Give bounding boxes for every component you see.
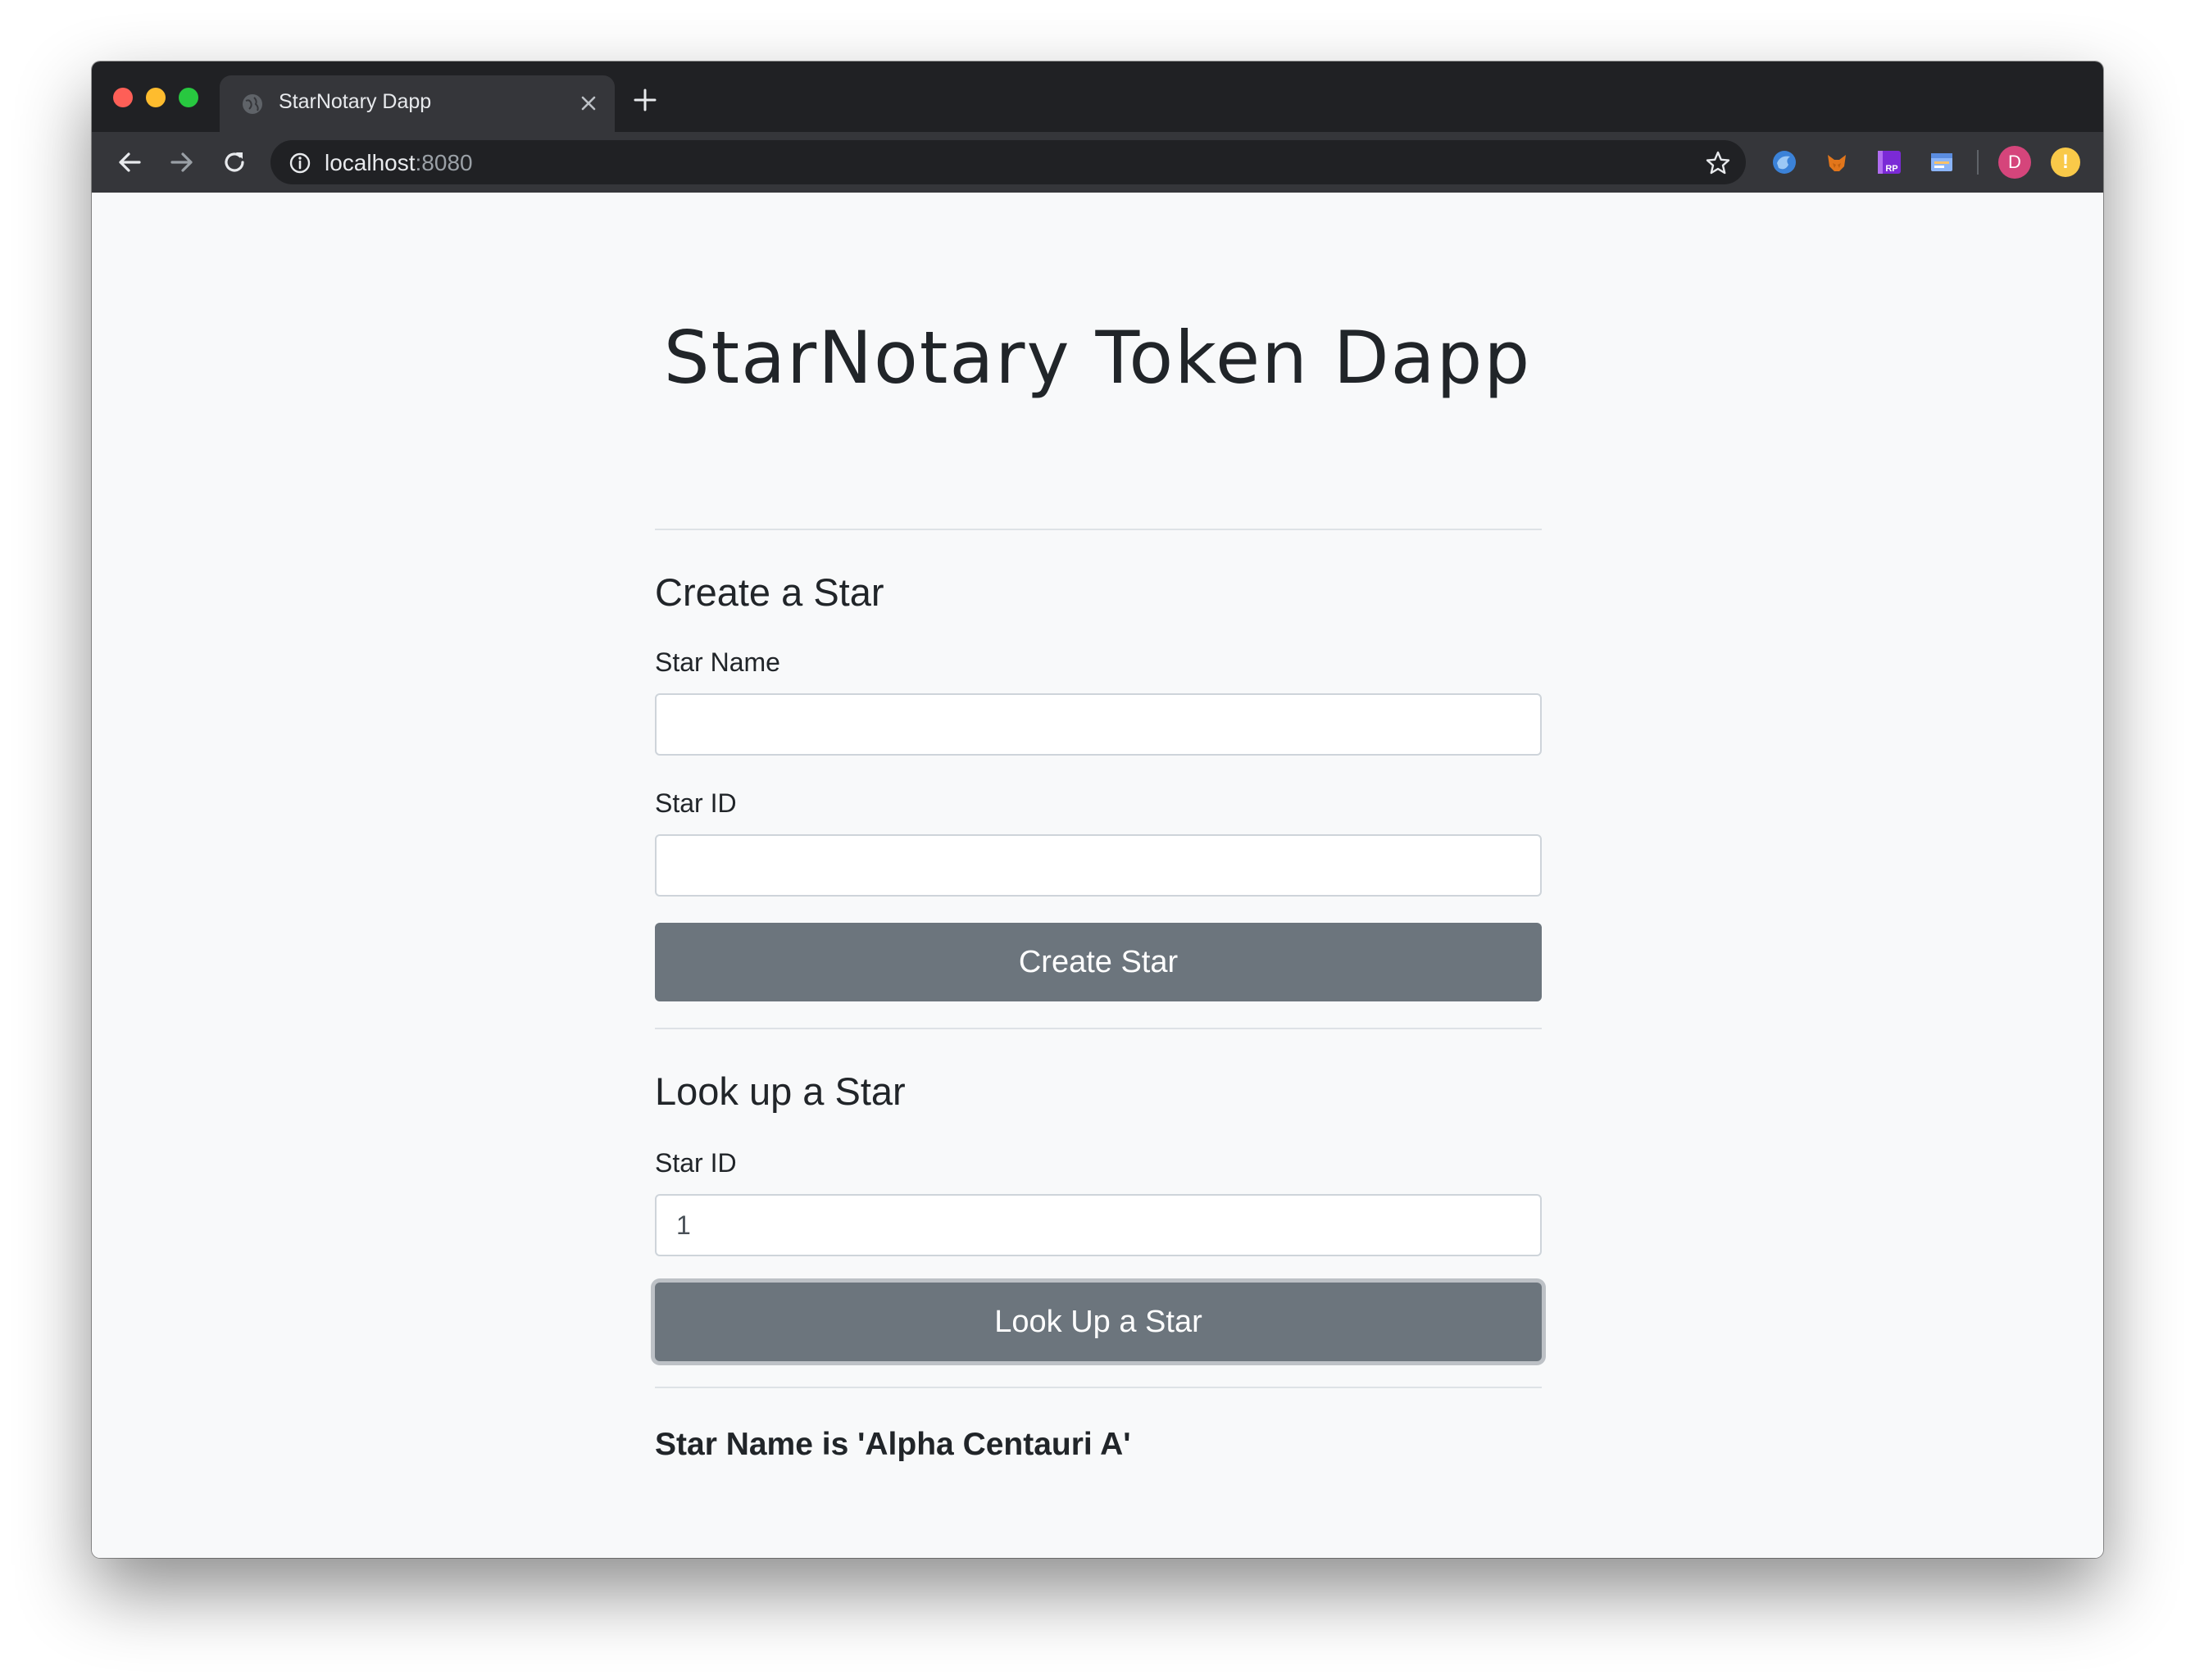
forward-arrow-icon[interactable] — [166, 146, 198, 179]
close-window-button[interactable] — [113, 88, 133, 107]
divider — [655, 529, 1542, 530]
toolbar-divider — [1977, 150, 1979, 175]
url-host: localhost — [325, 150, 416, 175]
lookup-star-heading: Look up a Star — [655, 1069, 906, 1113]
star-name-input[interactable] — [655, 693, 1542, 756]
globe-icon — [243, 94, 262, 114]
bookmark-star-icon[interactable] — [1705, 150, 1731, 176]
address-bar[interactable]: localhost:8080 — [270, 140, 1746, 184]
tab-title: StarNotary Dapp — [279, 90, 432, 113]
window-extension-icon[interactable] — [1928, 148, 1956, 176]
main-container: Create a Star Star Name Star ID Create S… — [655, 193, 1542, 1558]
maximize-window-button[interactable] — [179, 88, 198, 107]
tab-strip: StarNotary Dapp — [92, 61, 2103, 132]
close-icon[interactable] — [575, 90, 602, 116]
status-message: Star Name is 'Alpha Centauri A' — [655, 1427, 1131, 1462]
back-arrow-icon[interactable] — [113, 146, 146, 179]
page-content: StarNotary Token Dapp Create a Star Star… — [92, 193, 2103, 1558]
browser-window: StarNotary Dapp localhost:8080 RP D ! St… — [92, 61, 2103, 1558]
divider — [655, 1387, 1542, 1388]
alert-icon[interactable]: ! — [2051, 148, 2080, 177]
info-icon[interactable] — [289, 152, 311, 175]
lookup-star-id-input[interactable] — [655, 1194, 1542, 1256]
minimize-window-button[interactable] — [146, 88, 166, 107]
lookup-star-id-label: Star ID — [655, 1148, 737, 1178]
plus-icon[interactable] — [633, 88, 657, 112]
svg-text:RP: RP — [1885, 164, 1897, 174]
metamask-fox-icon[interactable] — [1823, 148, 1851, 176]
browser-toolbar: localhost:8080 RP D ! — [92, 132, 2103, 193]
create-star-id-input[interactable] — [655, 834, 1542, 897]
star-name-label: Star Name — [655, 647, 780, 677]
browser-tab[interactable]: StarNotary Dapp — [220, 75, 615, 132]
reload-icon[interactable] — [218, 146, 251, 179]
create-star-heading: Create a Star — [655, 570, 884, 614]
url-port: :8080 — [415, 150, 473, 175]
firefox-style-extension-icon[interactable] — [1770, 148, 1798, 176]
create-star-id-label: Star ID — [655, 788, 737, 818]
divider — [655, 1028, 1542, 1029]
url-text: localhost:8080 — [325, 150, 473, 176]
lookup-star-button[interactable]: Look Up a Star — [655, 1283, 1542, 1361]
profile-avatar[interactable]: D — [1998, 146, 2031, 179]
create-star-button[interactable]: Create Star — [655, 923, 1542, 1001]
rp-extension-icon[interactable]: RP — [1875, 148, 1903, 176]
